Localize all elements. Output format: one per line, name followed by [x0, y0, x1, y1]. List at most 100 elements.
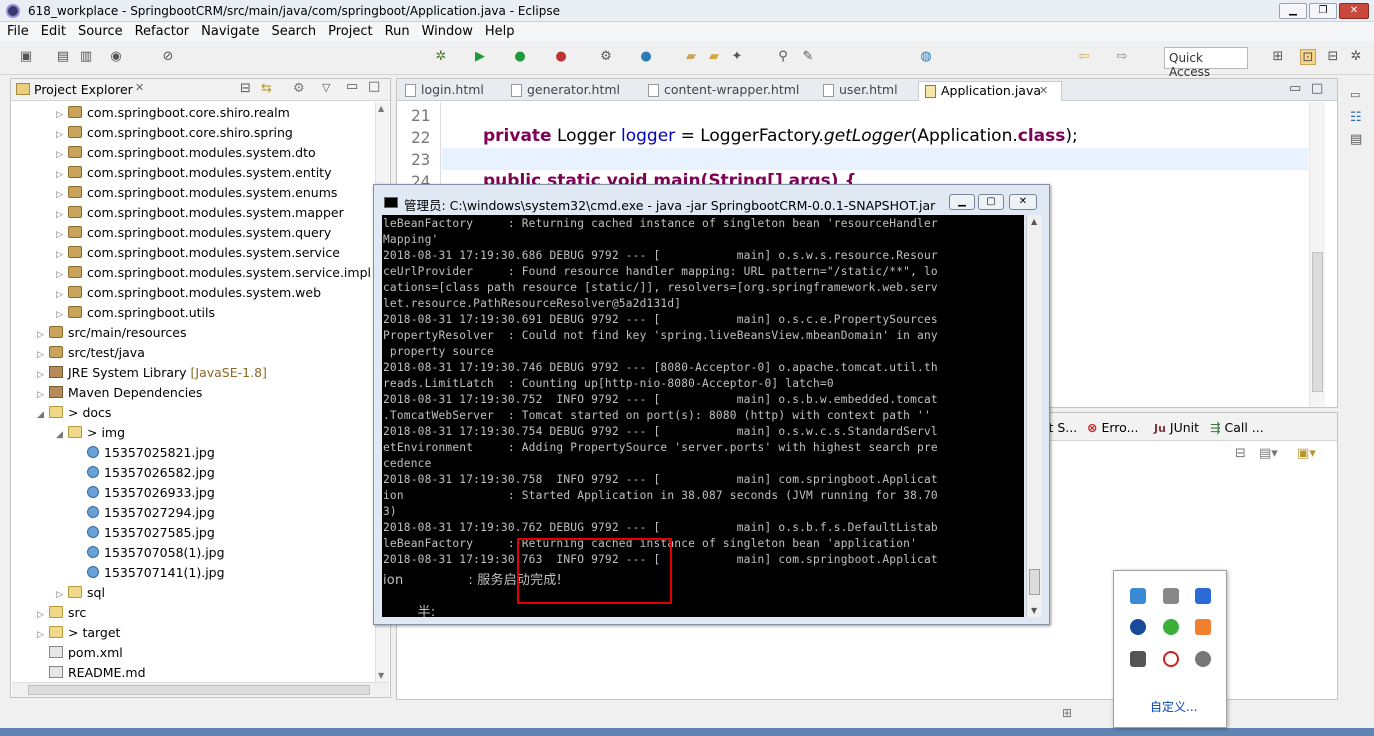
- run-icon[interactable]: ▶: [472, 49, 488, 65]
- status-app-icon[interactable]: [1195, 651, 1211, 667]
- menu-refactor[interactable]: Refactor: [128, 22, 195, 39]
- expand-toggle-icon[interactable]: ▷: [56, 246, 68, 264]
- bluetooth-icon[interactable]: [1130, 619, 1146, 635]
- new-class-icon[interactable]: ●: [638, 49, 654, 65]
- filter-icon[interactable]: ⚙: [293, 81, 305, 96]
- tab-login-html[interactable]: login.html: [399, 81, 505, 101]
- expand-toggle-icon[interactable]: ▷: [56, 186, 68, 204]
- tree-item[interactable]: README.md: [37, 664, 146, 682]
- tree-item[interactable]: ▷ com.springboot.modules.system.service: [56, 244, 340, 262]
- scroll-up-arrow[interactable]: ▲: [378, 104, 384, 113]
- expand-toggle-icon[interactable]: ▷: [37, 386, 49, 404]
- save-all-icon[interactable]: ▥: [78, 49, 94, 65]
- menu-source[interactable]: Source: [71, 22, 128, 39]
- expand-toggle-icon[interactable]: ▷: [56, 586, 68, 604]
- annotation-icon[interactable]: ⚲: [775, 49, 791, 65]
- tab-generator-html[interactable]: generator.html: [505, 81, 640, 101]
- cmd-window[interactable]: 管理员: C:\windows\system32\cmd.exe - java …: [373, 184, 1050, 625]
- tree-item[interactable]: 15357026582.jpg: [75, 464, 215, 482]
- expand-toggle-icon[interactable]: ▷: [37, 346, 49, 364]
- cmd-close-button[interactable]: ✕: [1009, 194, 1037, 210]
- expand-toggle-icon[interactable]: ▷: [56, 286, 68, 304]
- menu-file[interactable]: File: [0, 22, 34, 39]
- toggle-mark-icon[interactable]: ✎: [800, 49, 816, 65]
- back-icon[interactable]: ⇦: [1076, 49, 1092, 65]
- open-perspective-icon[interactable]: ⊞: [1270, 49, 1286, 65]
- usb-device-icon[interactable]: [1130, 651, 1146, 667]
- forward-icon[interactable]: ⇨: [1114, 49, 1130, 65]
- tree-item[interactable]: ▷ Maven Dependencies: [37, 384, 202, 402]
- expand-toggle-icon[interactable]: ▷: [37, 326, 49, 344]
- tab-content-wrapper-html[interactable]: content-wrapper.html: [642, 81, 816, 101]
- tree-item[interactable]: 15357027294.jpg: [75, 504, 215, 522]
- outline-icon[interactable]: ☷: [1350, 110, 1362, 125]
- scroll-thumb[interactable]: [1029, 569, 1040, 595]
- expand-toggle-icon[interactable]: ▷: [37, 606, 49, 624]
- tree-item[interactable]: ▷ com.springboot.modules.system.enums: [56, 184, 337, 202]
- code-line-22[interactable]: private Logger logger = LoggerFactory.ge…: [483, 126, 1078, 146]
- new-view-icon[interactable]: ▣▾: [1297, 446, 1316, 461]
- close-button[interactable]: ✕: [1339, 3, 1369, 19]
- expand-toggle-icon[interactable]: ▷: [56, 106, 68, 124]
- expand-toggle-icon[interactable]: ▷: [56, 146, 68, 164]
- tree-item[interactable]: ▷ > target: [37, 624, 120, 642]
- collapse-all-icon[interactable]: ⊟: [240, 81, 251, 96]
- maximize-view-icon[interactable]: □: [368, 79, 380, 94]
- expand-toggle-icon[interactable]: ▷: [56, 306, 68, 324]
- expand-toggle-icon[interactable]: ◢: [37, 406, 49, 424]
- tree-item[interactable]: ▷ com.springboot.modules.system.web: [56, 284, 321, 302]
- cmd-minimize-button[interactable]: ▁: [949, 194, 975, 210]
- tree-item[interactable]: ▷ src: [37, 604, 86, 622]
- new-java-project-icon[interactable]: ⚙: [598, 49, 614, 65]
- tab-application-java[interactable]: Application.java ✕: [918, 81, 1062, 101]
- menu-run[interactable]: Run: [378, 22, 415, 39]
- scroll-down-arrow[interactable]: ▼: [1031, 606, 1037, 615]
- tree-item[interactable]: ▷ sql: [56, 584, 105, 602]
- menu-navigate[interactable]: Navigate: [194, 22, 264, 39]
- tab-junit[interactable]: Ju JUnit: [1154, 420, 1199, 435]
- close-view-icon[interactable]: ✕: [135, 81, 144, 94]
- tree-item[interactable]: ◢ > img: [56, 424, 125, 442]
- tree-item[interactable]: ▷ com.springboot.modules.system.mapper: [56, 204, 344, 222]
- tree-item[interactable]: ◢ > docs: [37, 404, 111, 422]
- customize-link[interactable]: 自定义...: [1150, 698, 1197, 715]
- expand-toggle-icon[interactable]: ▷: [56, 206, 68, 224]
- expand-toggle-icon[interactable]: ▷: [56, 226, 68, 244]
- tree-item[interactable]: ▷ com.springboot.modules.system.query: [56, 224, 331, 242]
- maximize-editor-icon[interactable]: □: [1311, 81, 1323, 96]
- quick-access-input[interactable]: Quick Access: [1164, 47, 1248, 79]
- save-icon[interactable]: ▤: [55, 49, 71, 65]
- open-type-icon[interactable]: ▰: [683, 49, 699, 65]
- remote-icon[interactable]: [1163, 588, 1179, 604]
- tree-item[interactable]: ▷ com.springboot.modules.system.service.i…: [56, 264, 371, 282]
- minimize-editor-icon[interactable]: ▭: [1289, 81, 1301, 96]
- menu-project[interactable]: Project: [321, 22, 377, 39]
- tree-item[interactable]: ▷ com.springboot.utils: [56, 304, 215, 322]
- explorer-horizontal-scrollbar[interactable]: [12, 682, 389, 697]
- tree-item[interactable]: ▷ src/main/resources: [37, 324, 186, 342]
- tree-item[interactable]: 15357026933.jpg: [75, 484, 215, 502]
- tree-item[interactable]: 1535707141(1).jpg: [75, 564, 225, 582]
- expand-toggle-icon[interactable]: ▷: [56, 266, 68, 284]
- expand-toggle-icon[interactable]: ▷: [37, 626, 49, 644]
- tree-item[interactable]: ▷ com.springboot.modules.system.entity: [56, 164, 331, 182]
- debug-icon[interactable]: ✲: [433, 49, 449, 65]
- maximize-button[interactable]: ❐: [1309, 3, 1337, 19]
- tab-error-log[interactable]: ⊗ Erro...: [1087, 420, 1139, 435]
- menu-help[interactable]: Help: [478, 22, 520, 39]
- tree-item[interactable]: ▷ JRE System Library [JavaSE-1.8]: [37, 364, 267, 382]
- cmd-scrollbar[interactable]: ▲ ▼: [1026, 215, 1042, 617]
- globe-icon[interactable]: ◍: [918, 49, 934, 65]
- network-app-icon[interactable]: [1130, 588, 1146, 604]
- git-perspective-icon[interactable]: ⊟: [1325, 49, 1341, 65]
- tab-user-html[interactable]: user.html: [817, 81, 917, 101]
- tree-item[interactable]: ▷ src/test/java: [37, 344, 145, 362]
- terminal-icon[interactable]: ◉: [108, 49, 124, 65]
- tab-call-hierarchy[interactable]: ⇶ Call ...: [1210, 420, 1264, 435]
- task-list-icon[interactable]: ▤: [1350, 132, 1362, 147]
- tree-item[interactable]: ▷ com.springboot.core.shiro.spring: [56, 124, 293, 142]
- tree-item[interactable]: 15357025821.jpg: [75, 444, 215, 462]
- expand-toggle-icon[interactable]: ▷: [37, 366, 49, 384]
- wifi-disconnected-icon[interactable]: [1163, 651, 1179, 667]
- view-menu-icon[interactable]: ▤▾: [1259, 446, 1278, 461]
